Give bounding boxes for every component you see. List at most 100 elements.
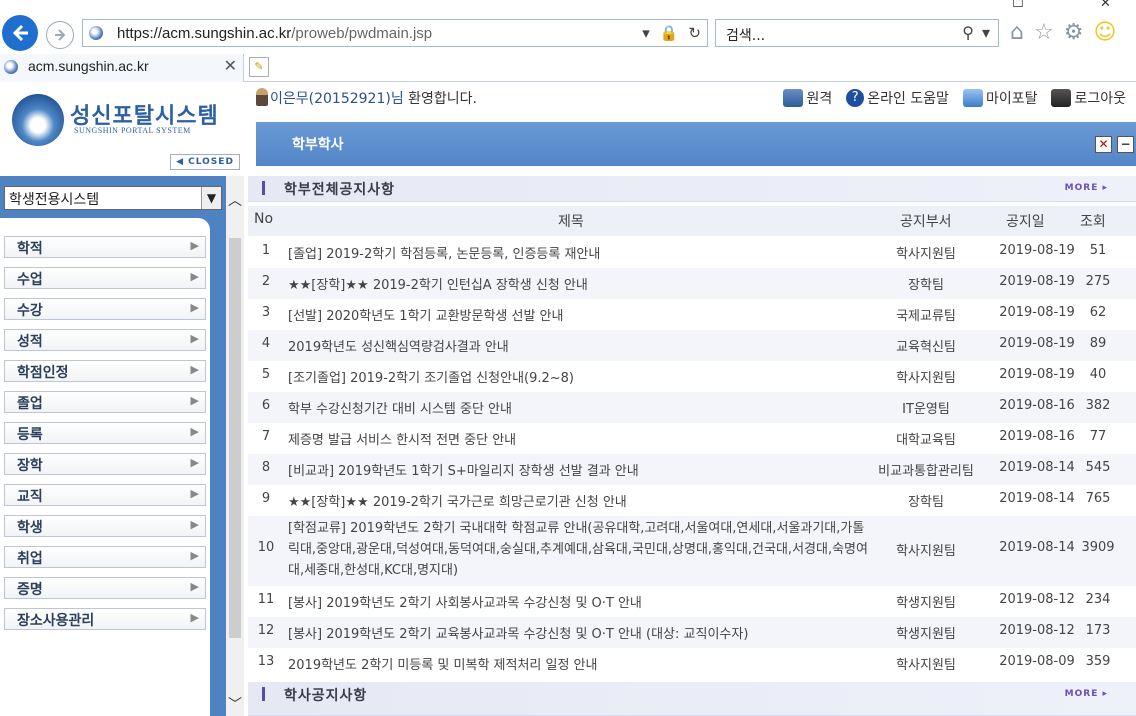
scroll-down-icon[interactable]: ﹀ (228, 694, 242, 714)
search-dropdown-icon[interactable]: ▾ (982, 23, 990, 42)
sidebar-item-certificate[interactable]: 증명 ▶ (4, 577, 206, 599)
sidebar-item-registration[interactable]: 등록 ▶ (4, 422, 206, 444)
tab-close-icon[interactable]: ✕ (224, 56, 237, 75)
row-title-link[interactable]: 2019학년도 2학기 미등록 및 미복학 제적처리 일정 안내 (288, 654, 868, 673)
row-views: 40 (1089, 367, 1107, 382)
table-row[interactable]: 3 [선발] 2020학년도 1학기 교환방문학생 선발 안내 국제교류팀 20… (248, 299, 1136, 330)
url-text: https://acm.sungshin.ac.kr/proweb/pwdmai… (117, 25, 432, 42)
scrollbar-thumb[interactable] (229, 238, 241, 638)
help-link[interactable]: ? 온라인 도움말 (846, 88, 949, 108)
scroll-up-icon[interactable]: ︿ (228, 190, 242, 210)
logout-label: 로그아웃 (1074, 91, 1126, 107)
row-title-link[interactable]: [봉사] 2019학년도 2학기 사회봉사교과목 수강신청 및 O·T 안내 (288, 592, 868, 611)
home-icon[interactable]: ⌂ (1010, 20, 1024, 45)
sidebar-item-hakjeok[interactable]: 학적 ▶ (4, 236, 206, 258)
top-links: 원격 ? 온라인 도움말 마이포탈 로그아웃 (783, 88, 1126, 108)
refresh-icon[interactable]: ↻ (688, 24, 701, 42)
remote-link[interactable]: 원격 (783, 88, 832, 108)
table-row[interactable]: 8 [비교과] 2019학년도 1학기 S+마일리지 장학생 선발 결과 안내 … (248, 454, 1136, 485)
row-date: 2019-08-16 (999, 398, 1075, 413)
row-title-link[interactable]: ★★[장학]★★ 2019-2학기 인턴십A 장학생 신청 안내 (288, 274, 868, 293)
row-title-link[interactable]: [학점교류] 2019학년도 2학기 국내대학 학점교류 안내(공유대학,고려대… (288, 518, 868, 581)
row-title-link[interactable]: [조기졸업] 2019-2학기 조기졸업 신청안내(9.2~8) (288, 367, 868, 386)
col-date: 공지일 (1006, 214, 1045, 230)
row-title-link[interactable]: ★★[장학]★★ 2019-2학기 국가근로 희망근로기관 신청 안내 (288, 491, 868, 510)
sidebar-item-label: 학생 (17, 520, 43, 536)
table-row[interactable]: 11 [봉사] 2019학년도 2학기 사회봉사교과목 수강신청 및 O·T 안… (248, 586, 1136, 617)
row-title-link[interactable]: [비교과] 2019학년도 1학기 S+마일리지 장학생 선발 결과 안내 (288, 460, 868, 479)
star-icon[interactable]: ☆ (1034, 20, 1054, 45)
dropdown-icon[interactable]: ▾ (642, 24, 650, 42)
sidebar-item-teaching[interactable]: 교직 ▶ (4, 484, 206, 506)
row-title-link[interactable]: 학부 수강신청기간 대비 시스템 중단 안내 (288, 398, 868, 417)
sidebar-item-sueop[interactable]: 수업 ▶ (4, 267, 206, 289)
search-input[interactable]: 검색... ⚲ ▾ (715, 19, 999, 47)
content-scrollbar[interactable]: ︿ ﹀ (226, 176, 244, 716)
sidebar-item-student[interactable]: 학생 ▶ (4, 515, 206, 537)
table-row[interactable]: 5 [조기졸업] 2019-2학기 조기졸업 신청안내(9.2~8) 학사지원팀… (248, 361, 1136, 392)
browser-tab[interactable]: acm.sungshin.ac.kr ✕ (0, 54, 244, 82)
sidebar-item-label: 취업 (17, 551, 43, 567)
row-views: 51 (1089, 243, 1107, 258)
table-row[interactable]: 12 [봉사] 2019학년도 2학기 교육봉사교과목 수강신청 및 O·T 안… (248, 617, 1136, 648)
col-dept: 공지부서 (900, 214, 952, 230)
table-row[interactable]: 1 [졸업] 2019-2학기 학점등록, 논문등록, 인증등록 재안내 학사지… (248, 237, 1136, 268)
search-placeholder: 검색... (726, 28, 766, 44)
row-title-link[interactable]: 2019학년도 성신핵심역량검사결과 안내 (288, 336, 868, 355)
close-panel-icon[interactable]: ✕ (1095, 136, 1112, 153)
minimize-panel-icon[interactable]: − (1117, 136, 1134, 153)
gear-icon[interactable]: ⚙ (1064, 20, 1084, 45)
user-name: 이은무(20152921)님 (270, 91, 404, 107)
forward-button[interactable] (46, 21, 74, 49)
table-row[interactable]: 2 ★★[장학]★★ 2019-2학기 인턴십A 장학생 신청 안내 장학팀 2… (248, 268, 1136, 299)
system-select[interactable]: 학생전용시스템 ▼ (4, 186, 222, 210)
sidebar-item-graduation[interactable]: 졸업 ▶ (4, 391, 206, 413)
search-icon[interactable]: ⚲ (962, 23, 974, 42)
sidebar-item-sugang[interactable]: 수강 ▶ (4, 298, 206, 320)
table-row[interactable]: 13 2019학년도 2학기 미등록 및 미복학 제적처리 일정 안내 학사지원… (248, 648, 1136, 679)
more-label: MORE (1064, 689, 1099, 699)
sidebar-item-seongjeok[interactable]: 성적 ▶ (4, 329, 206, 351)
myportal-link[interactable]: 마이포탈 (962, 88, 1037, 108)
table-row[interactable]: 9 ★★[장학]★★ 2019-2학기 국가근로 희망근로기관 신청 안내 장학… (248, 485, 1136, 516)
row-title-link[interactable]: [봉사] 2019학년도 2학기 교육봉사교과목 수강신청 및 O·T 안내 (… (288, 623, 868, 642)
sidebar-item-label: 학적 (17, 241, 43, 257)
row-dept: 비교과통합관리팀 (878, 464, 974, 479)
row-views: 382 (1085, 398, 1111, 413)
table-row[interactable]: 10 [학점교류] 2019학년도 2학기 국내대학 학점교류 안내(공유대학,… (248, 516, 1136, 586)
notices-more-link[interactable]: MORE ▸ (1065, 183, 1108, 193)
row-title-link[interactable]: 제증명 발급 서비스 한시적 전면 중단 안내 (288, 429, 868, 448)
lock-icon[interactable]: 🔒 (660, 24, 679, 42)
chevron-right-icon: ▶ (190, 549, 199, 562)
notices-section-header: 학부전체공지사항 MORE ▸ (248, 176, 1136, 202)
row-date: 2019-08-19 (999, 305, 1075, 320)
sidebar-item-facility[interactable]: 장소사용관리 ▶ (4, 608, 206, 630)
url-host: https://acm.sungshin.ac.kr (117, 25, 292, 42)
url-path: /proweb/pwdmain.jsp (291, 25, 433, 42)
new-tab-button[interactable]: ✎ (249, 57, 269, 77)
table-row[interactable]: 6 학부 수강신청기간 대비 시스템 중단 안내 IT운영팀 2019-08-1… (248, 392, 1136, 423)
window-controls: ☐ ✕ (1000, 0, 1136, 11)
academic-notices-more-link[interactable]: MORE ▸ (1065, 689, 1108, 699)
chevron-right-icon: ▶ (190, 239, 199, 252)
sidebar-item-credit[interactable]: 학점인정 ▶ (4, 360, 206, 382)
row-title-link[interactable]: [선발] 2020학년도 1학기 교환방문학생 선발 안내 (288, 305, 868, 324)
sidebar: 학생전용시스템 ▼ 학적 ▶ 수업 ▶ 수강 ▶ 성적 ▶ 학점인정 ▶ 졸업 ▶ 등록 ▶ … (0, 176, 226, 716)
table-row[interactable]: 7 제증명 발급 서비스 한시적 전면 중단 안내 대학교육팀 2019-08-… (248, 423, 1136, 454)
chevron-right-icon: ▶ (190, 270, 199, 283)
row-views: 545 (1085, 460, 1111, 475)
sidebar-closed-button[interactable]: ◀ CLOSED (170, 154, 240, 170)
back-button[interactable] (2, 15, 38, 51)
sidebar-item-employment[interactable]: 취업 ▶ (4, 546, 206, 568)
chevron-down-icon[interactable]: ▼ (201, 187, 221, 209)
sidebar-item-label: 학점인정 (17, 365, 69, 381)
logout-link[interactable]: 로그아웃 (1051, 88, 1126, 108)
sidebar-item-label: 성적 (17, 334, 43, 350)
smiley-icon[interactable]: ☺ (1093, 20, 1116, 45)
row-dept: 장학팀 (908, 495, 944, 510)
table-row[interactable]: 4 2019학년도 성신핵심역량검사결과 안내 교육혁신팀 2019-08-19… (248, 330, 1136, 361)
col-title: 제목 (558, 214, 584, 230)
address-bar[interactable]: https://acm.sungshin.ac.kr/proweb/pwdmai… (82, 19, 708, 47)
sidebar-item-scholarship[interactable]: 장학 ▶ (4, 453, 206, 475)
row-title-link[interactable]: [졸업] 2019-2학기 학점등록, 논문등록, 인증등록 재안내 (288, 243, 868, 262)
